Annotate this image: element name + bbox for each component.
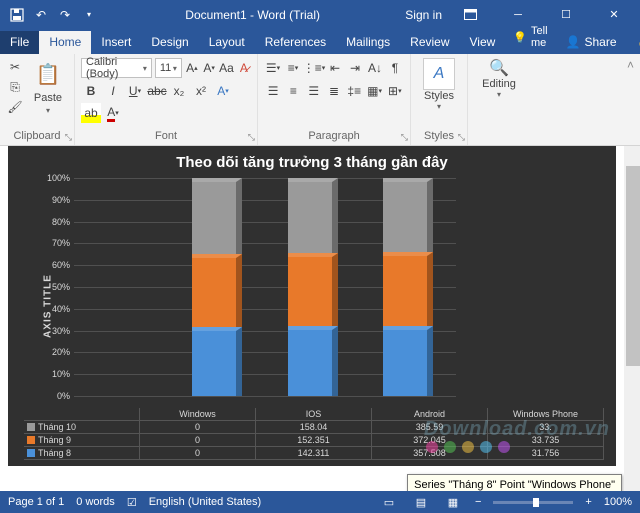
dialog-launcher-icon[interactable]: ⤡: [458, 132, 465, 143]
styles-thumb-icon[interactable]: A: [423, 58, 455, 90]
redo-icon[interactable]: ↷: [54, 4, 76, 26]
highlight-icon[interactable]: ab: [81, 103, 101, 123]
close-icon[interactable]: ✕: [594, 0, 634, 29]
tab-references[interactable]: References: [255, 31, 336, 54]
font-color-icon[interactable]: A▾: [103, 103, 123, 123]
vertical-scrollbar[interactable]: [624, 146, 640, 491]
italic-icon[interactable]: I: [103, 81, 123, 101]
multilevel-icon[interactable]: ⋮≡▾: [304, 58, 324, 78]
chart-title: Theo dõi tăng trưởng 3 tháng gần đây: [8, 146, 616, 177]
shrink-font-icon[interactable]: A▾: [202, 58, 216, 78]
zoom-level[interactable]: 100%: [604, 496, 632, 508]
change-case-icon[interactable]: Aa: [219, 58, 234, 78]
word-count[interactable]: 0 words: [76, 496, 115, 508]
tab-mailings[interactable]: Mailings: [336, 31, 400, 54]
document-area: Theo dõi tăng trưởng 3 tháng gần đây AXI…: [0, 146, 640, 491]
chart-bar[interactable]: [192, 178, 242, 396]
format-painter-icon[interactable]: 🖌: [6, 98, 24, 116]
window-title: Document1 - Word (Trial): [100, 8, 405, 22]
zoom-in-icon[interactable]: +: [585, 496, 591, 508]
subscript-icon[interactable]: x₂: [169, 81, 189, 101]
tab-design[interactable]: Design: [141, 31, 198, 54]
borders-icon[interactable]: ⊞▾: [386, 81, 404, 101]
tab-file[interactable]: File: [0, 31, 39, 54]
tab-home[interactable]: Home: [39, 31, 91, 54]
ribbon-display-icon[interactable]: [450, 0, 490, 29]
tab-layout[interactable]: Layout: [199, 31, 255, 54]
print-layout-icon[interactable]: ▤: [411, 494, 431, 510]
quick-access-toolbar: ↶ ↷ ▾: [0, 4, 100, 26]
shading-icon[interactable]: ▦▾: [365, 81, 383, 101]
show-marks-icon[interactable]: ¶: [386, 58, 404, 78]
zoom-slider[interactable]: [493, 501, 573, 504]
web-layout-icon[interactable]: ▦: [443, 494, 463, 510]
cut-icon[interactable]: ✂: [6, 58, 24, 76]
share-icon: 👤: [566, 35, 581, 49]
qat-dropdown-icon[interactable]: ▾: [78, 4, 100, 26]
superscript-icon[interactable]: x²: [191, 81, 211, 101]
group-styles: A Styles ▾ Styles ⤡: [411, 54, 468, 145]
zoom-out-icon[interactable]: −: [475, 496, 481, 508]
dialog-launcher-icon[interactable]: ⤡: [401, 132, 408, 143]
feedback-icon[interactable]: ☺: [627, 35, 640, 54]
dialog-launcher-icon[interactable]: ⤡: [248, 132, 255, 143]
align-center-icon[interactable]: ≡: [284, 81, 302, 101]
group-paragraph: ☰▾ ≡▾ ⋮≡▾ ⇤ ⇥ A↓ ¶ ☰ ≡ ☰ ≣ ‡≡ ▦▾ ⊞▾ Para…: [258, 54, 411, 145]
group-editing: 🔍 Editing ▾: [468, 54, 530, 145]
align-right-icon[interactable]: ☰: [305, 81, 323, 101]
group-font: Calibri (Body)▾ 11▾ A▴ A▾ Aa A̷ B I U▾ a…: [75, 54, 258, 145]
watermark-dots: [426, 441, 510, 453]
font-name-combo[interactable]: Calibri (Body)▾: [81, 58, 152, 78]
dialog-launcher-icon[interactable]: ⤡: [65, 132, 72, 143]
underline-icon[interactable]: U▾: [125, 81, 145, 101]
bullets-icon[interactable]: ☰▾: [264, 58, 282, 78]
grow-font-icon[interactable]: A▴: [185, 58, 199, 78]
align-left-icon[interactable]: ☰: [264, 81, 282, 101]
ribbon: ✂ ⎘ 🖌 📋 Paste ▾ Clipboard ⤡ Calibri (Bod…: [0, 54, 640, 146]
paste-button[interactable]: 📋 Paste ▾: [28, 58, 68, 115]
strike-icon[interactable]: abc: [147, 81, 167, 101]
find-icon[interactable]: 🔍: [489, 58, 509, 78]
copy-icon[interactable]: ⎘: [6, 78, 24, 96]
clipboard-icon: 📋: [34, 58, 62, 90]
bold-icon[interactable]: B: [81, 81, 101, 101]
read-mode-icon[interactable]: ▭: [379, 494, 399, 510]
language-status[interactable]: English (United States): [149, 496, 262, 508]
increase-indent-icon[interactable]: ⇥: [346, 58, 364, 78]
chart-plot: [74, 178, 456, 396]
sort-icon[interactable]: A↓: [366, 58, 384, 78]
bulb-icon: 💡: [513, 31, 527, 44]
tab-review[interactable]: Review: [400, 31, 459, 54]
chart-bar[interactable]: [97, 178, 147, 396]
chart-bar[interactable]: [383, 178, 433, 396]
justify-icon[interactable]: ≣: [325, 81, 343, 101]
font-size-combo[interactable]: 11▾: [155, 58, 182, 78]
page-status[interactable]: Page 1 of 1: [8, 496, 64, 508]
decrease-indent-icon[interactable]: ⇤: [326, 58, 344, 78]
statusbar: Page 1 of 1 0 words ☑ English (United St…: [0, 491, 640, 513]
clear-format-icon[interactable]: A̷: [237, 58, 251, 78]
tab-view[interactable]: View: [460, 31, 506, 54]
numbering-icon[interactable]: ≡▾: [284, 58, 302, 78]
chart-yaxis: 0%10%20%30%40%50%60%70%80%90%100%: [42, 178, 72, 396]
text-effects-icon[interactable]: A▾: [213, 81, 233, 101]
group-clipboard: ✂ ⎘ 🖌 📋 Paste ▾ Clipboard ⤡: [0, 54, 75, 145]
line-spacing-icon[interactable]: ‡≡: [345, 81, 363, 101]
ribbon-tabs: File Home Insert Design Layout Reference…: [0, 29, 640, 54]
signin-link[interactable]: Sign in: [405, 8, 442, 22]
share-button[interactable]: 👤Share: [556, 35, 627, 54]
spellcheck-icon[interactable]: ☑: [127, 496, 137, 509]
save-icon[interactable]: [6, 4, 28, 26]
undo-icon[interactable]: ↶: [30, 4, 52, 26]
tab-insert[interactable]: Insert: [91, 31, 141, 54]
chart-bar[interactable]: [288, 178, 338, 396]
collapse-ribbon-icon[interactable]: ˄: [621, 54, 640, 145]
watermark: Download.com.vn: [424, 418, 610, 441]
tell-me[interactable]: 💡Tell me: [505, 25, 555, 54]
